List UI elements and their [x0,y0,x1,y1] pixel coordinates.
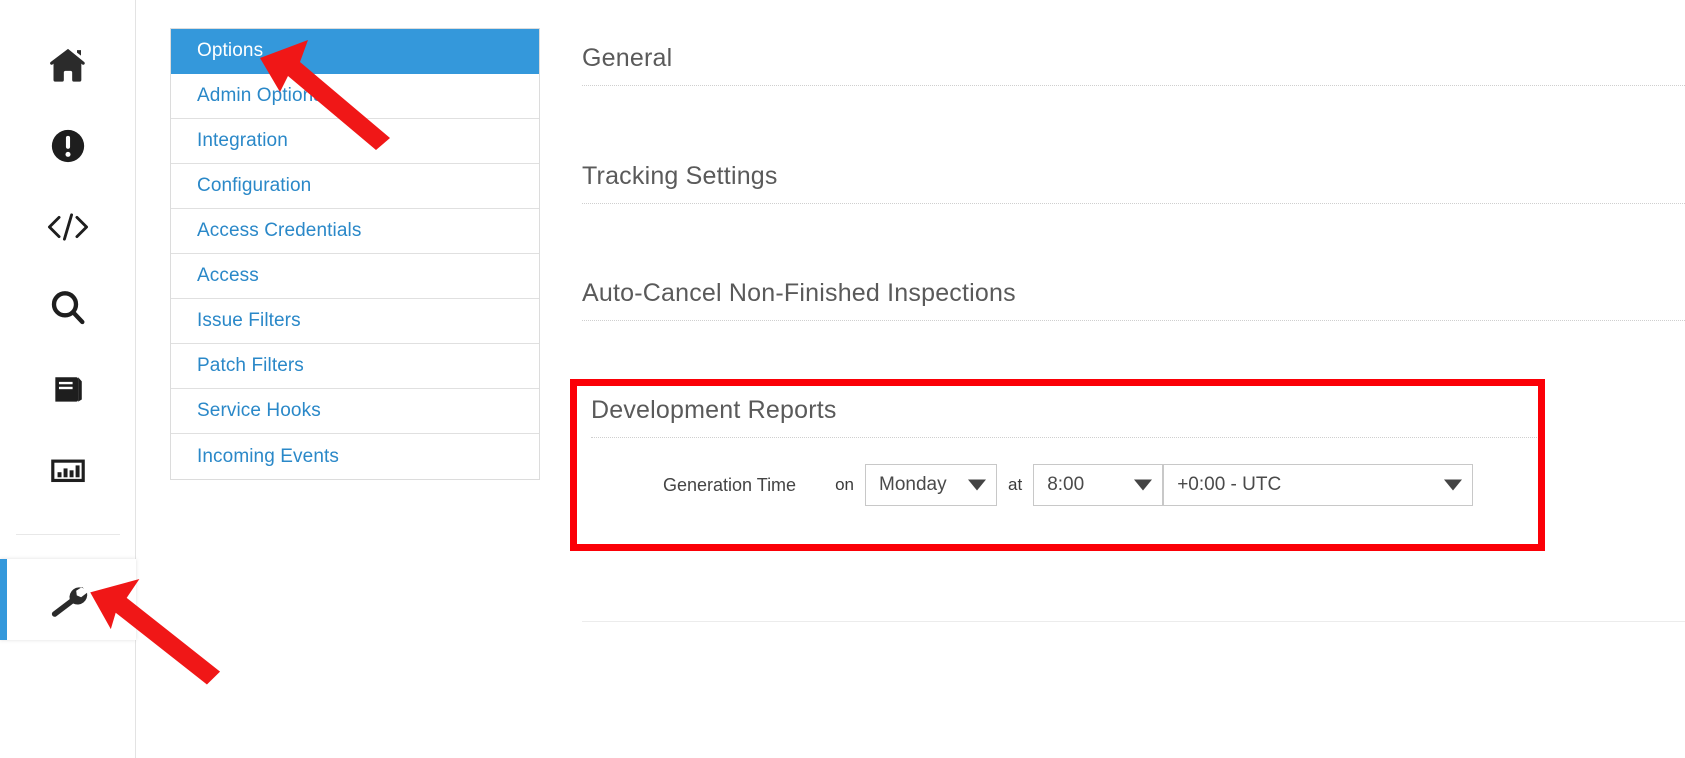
conjunction-on: on [835,475,854,494]
chevron-down-icon [1134,479,1153,491]
nav-item-options[interactable]: Options [171,29,539,74]
nav-item-label: Configuration [197,175,312,196]
section-general: General [582,44,1685,86]
code-icon [46,207,90,247]
nav-item-label: Incoming Events [197,445,339,467]
nav-item-label: Options [197,40,264,61]
generation-time-label: Generation Time [663,474,797,495]
nav-item-label: Patch Filters [197,355,304,376]
rail-item-home[interactable] [0,24,136,105]
chart-bar-icon [49,451,87,489]
rail-mid-spacer-2 [0,535,135,559]
nav-item-admin-options[interactable]: Admin Options [171,74,539,119]
home-icon [48,45,88,85]
chevron-down-icon [1444,479,1463,491]
nav-item-service-hooks[interactable]: Service Hooks [171,389,539,434]
section-title: Development Reports [591,396,837,424]
content-bottom-divider [582,621,1685,622]
nav-item-label: Access [197,265,259,286]
rail-item-search[interactable] [0,267,136,348]
rail-item-code[interactable] [0,186,136,267]
rail-top-spacer [0,0,135,24]
nav-item-label: Access Credentials [197,220,362,241]
nav-item-access[interactable]: Access [171,254,539,299]
time-select-value: 8:00 [1047,474,1085,495]
rail-item-reports[interactable] [0,429,136,510]
book-icon [49,370,87,408]
nav-item-label: Admin Options [197,85,323,106]
rail-mid-spacer [0,510,135,534]
rail-item-issues[interactable] [0,105,136,186]
rail-item-settings[interactable] [0,559,136,640]
search-icon [48,288,88,328]
nav-item-label: Service Hooks [197,400,321,421]
section-divider [591,437,1537,438]
day-select[interactable]: Monday [865,464,997,506]
nav-item-label: Integration [197,130,288,151]
section-divider [582,203,1685,204]
section-auto-cancel-inspections: Auto-Cancel Non-Finished Inspections [582,279,1685,321]
alert-circle-icon [49,127,87,165]
nav-item-integration[interactable]: Integration [171,119,539,164]
section-divider [582,320,1685,321]
nav-item-issue-filters[interactable]: Issue Filters [171,299,539,344]
section-development-reports: Development Reports [591,396,1538,438]
section-title: Auto-Cancel Non-Finished Inspections [582,279,1016,307]
nav-item-patch-filters[interactable]: Patch Filters [171,344,539,389]
section-title: Tracking Settings [582,162,778,190]
settings-nav-list: Options Admin Options Integration Config… [170,28,540,480]
development-reports-highlight: Development Reports Generation Time on M… [570,379,1545,551]
section-title: General [582,44,673,72]
chevron-down-icon [968,479,986,491]
icon-rail [0,0,136,758]
nav-item-configuration[interactable]: Configuration [171,164,539,209]
wrench-icon [47,579,89,621]
conjunction-at: at [1008,475,1023,494]
rail-item-documentation[interactable] [0,348,136,429]
nav-item-label: Issue Filters [197,310,301,331]
timezone-select[interactable]: +0:00 - UTC [1163,464,1474,506]
section-tracking-settings: Tracking Settings [582,162,1685,204]
time-select[interactable]: 8:00 [1033,464,1164,506]
day-select-value: Monday [879,474,947,495]
nav-item-access-credentials[interactable]: Access Credentials [171,209,539,254]
nav-item-incoming-events[interactable]: Incoming Events [171,434,539,479]
generation-time-row: Generation Time on Monday at 8:00 +0:00 … [663,464,1474,506]
section-divider [582,85,1685,86]
timezone-select-value: +0:00 - UTC [1177,474,1282,495]
app-window: Options Admin Options Integration Config… [0,0,1685,758]
